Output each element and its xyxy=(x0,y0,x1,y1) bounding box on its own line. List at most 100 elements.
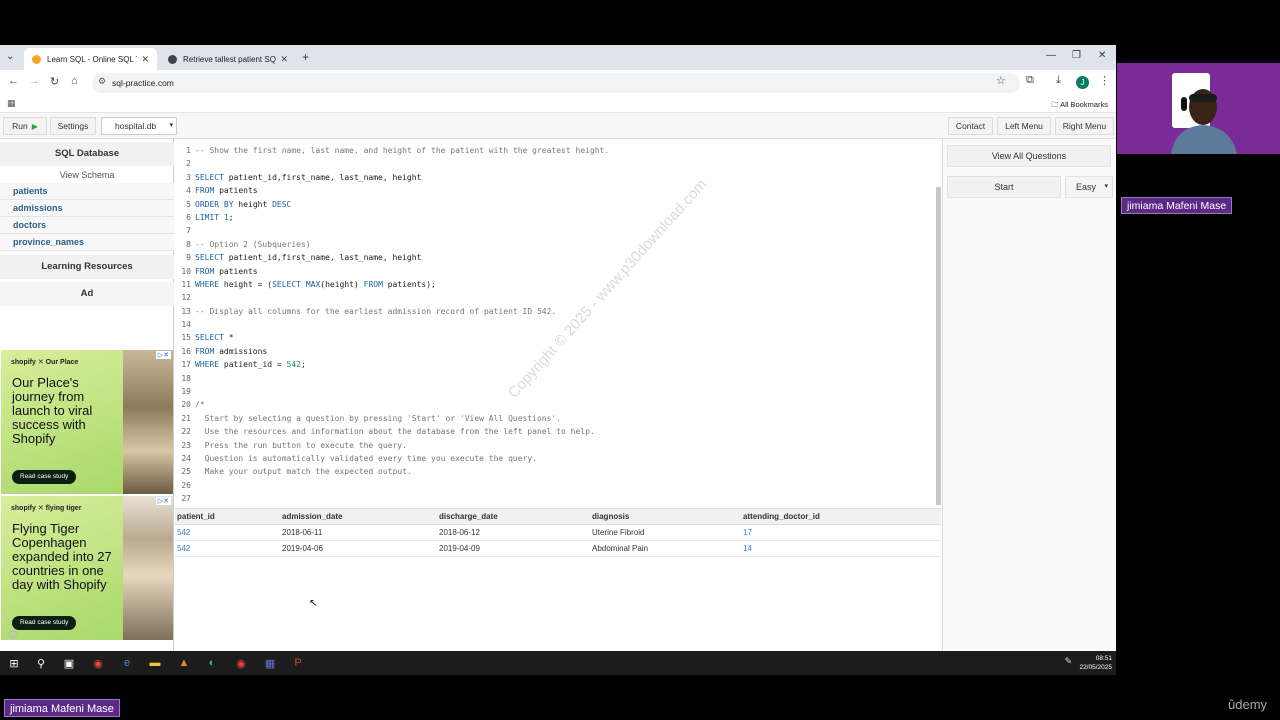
close-tab-icon[interactable]: ✕ xyxy=(280,54,288,65)
table-cell[interactable]: 17 xyxy=(743,525,752,541)
minimize-icon[interactable]: — xyxy=(1046,50,1056,61)
bookmark-star-icon[interactable]: ☆ xyxy=(996,74,1006,87)
code-line[interactable]: Use the resources and information about … xyxy=(195,425,935,438)
code-line[interactable]: LIMIT 1; xyxy=(195,211,935,224)
right-menu-button[interactable]: Right Menu xyxy=(1055,117,1114,135)
ad-choices-icon[interactable]: ▷✕ xyxy=(155,351,171,359)
vlc-icon[interactable]: ▲ xyxy=(176,655,192,671)
line-number: 5 xyxy=(186,199,191,209)
code-line[interactable] xyxy=(195,372,935,385)
code-line[interactable]: FROM patients xyxy=(195,184,935,197)
network-icon[interactable]: ✎ xyxy=(1064,656,1072,667)
close-tab-icon[interactable]: ✕ xyxy=(141,54,149,65)
line-number: 8 xyxy=(186,239,191,249)
url-input[interactable]: ⚙ sql-practice.com xyxy=(92,73,1020,93)
profile-avatar[interactable]: J xyxy=(1076,76,1089,89)
table-patients[interactable]: patients xyxy=(0,183,174,200)
left-menu-button[interactable]: Left Menu xyxy=(997,117,1051,135)
play-icon: ▶ xyxy=(31,121,38,131)
windows-start-icon[interactable]: ⊞ xyxy=(6,655,22,671)
view-all-questions-button[interactable]: View All Questions xyxy=(947,145,1111,167)
all-bookmarks[interactable]: 🗀 All Bookmarks xyxy=(1051,99,1108,112)
code-line[interactable]: /* xyxy=(195,398,935,411)
code-line[interactable] xyxy=(195,479,935,492)
editor-scrollbar[interactable] xyxy=(936,187,941,505)
close-window-icon[interactable]: ✕ xyxy=(1098,50,1106,61)
more-menu-icon[interactable]: ⋮ xyxy=(1099,74,1110,87)
system-clock[interactable]: 08:51 22/05/2025 xyxy=(1079,654,1112,672)
apps-grid-icon[interactable]: ▦ xyxy=(7,98,16,109)
code-line[interactable]: FROM patients xyxy=(195,265,935,278)
mouse-cursor-icon: ↖ xyxy=(309,598,318,609)
search-icon[interactable]: ⚲ xyxy=(33,655,49,671)
view-schema-link[interactable]: View Schema xyxy=(0,167,174,183)
download-icon[interactable]: ⤓ xyxy=(1056,74,1061,87)
code-line[interactable] xyxy=(195,157,935,170)
line-number: 16 xyxy=(181,346,191,356)
code-line[interactable] xyxy=(195,492,935,505)
back-icon[interactable]: ← xyxy=(8,75,19,87)
windows-taskbar: ⊞ ⚲ ▣ ◉ e ▬ ▲ ◐ ◉ ▦ P ✎ 08:51 22/05/2025 xyxy=(0,651,1116,675)
ad-our-place[interactable]: shopify ✕ Our Place Our Place's journey … xyxy=(1,350,173,494)
edge-dev-icon[interactable]: ◐ xyxy=(204,655,220,671)
chrome-active-icon[interactable]: ◉ xyxy=(233,655,249,671)
settings-button[interactable]: Settings xyxy=(50,117,96,135)
code-line[interactable]: Question is automatically validated ever… xyxy=(195,452,935,465)
code-line[interactable] xyxy=(195,385,935,398)
tab-search-icon[interactable]: ⌄ xyxy=(6,51,14,62)
task-view-icon[interactable]: ▣ xyxy=(61,655,77,671)
code-line[interactable]: WHERE height = (SELECT MAX(height) FROM … xyxy=(195,278,935,291)
tab-learn-sql[interactable]: Learn SQL - Online SQL Terminal ✕ xyxy=(24,48,157,70)
read-case-study-button[interactable]: Read case study xyxy=(12,616,77,630)
reload-icon[interactable]: ↻ xyxy=(50,75,59,88)
code-line[interactable]: -- Show the first name, last name, and h… xyxy=(195,144,935,157)
code-line[interactable] xyxy=(195,291,935,304)
learning-resources-title[interactable]: Learning Resources xyxy=(0,255,174,279)
table-cell[interactable]: 542 xyxy=(177,525,190,541)
code-line[interactable]: -- Display all columns for the earliest … xyxy=(195,305,935,318)
extensions-icon[interactable]: ⧉ xyxy=(1026,74,1034,87)
site-info-icon[interactable]: ⚙ xyxy=(98,76,106,87)
restore-icon[interactable]: ❐ xyxy=(1072,50,1081,61)
run-button[interactable]: Run ▶ xyxy=(3,117,47,135)
code-line[interactable]: SELECT patient_id,first_name, last_name,… xyxy=(195,251,935,264)
powerpoint-icon[interactable]: P xyxy=(290,655,306,671)
address-bar: ← → ↻ ⌂ ⚙ sql-practice.com ☆ ⧉ ⤓ J ⋮ xyxy=(0,70,1116,95)
table-cell: 2019-04-09 xyxy=(439,544,480,553)
code-line[interactable]: Start by selecting a question by pressin… xyxy=(195,412,935,425)
line-number: 3 xyxy=(186,172,191,182)
table-cell[interactable]: 14 xyxy=(743,541,752,557)
code-line[interactable]: WHERE patient_id = 542; xyxy=(195,358,935,371)
code-line[interactable] xyxy=(195,224,935,237)
table-cell[interactable]: 542 xyxy=(177,541,190,557)
code-line[interactable]: Press the run button to execute the quer… xyxy=(195,439,935,452)
gear-icon[interactable]: ⚙ xyxy=(7,627,19,643)
read-case-study-button[interactable]: Read case study xyxy=(12,470,77,484)
line-number: 25 xyxy=(181,467,191,477)
home-icon[interactable]: ⌂ xyxy=(71,75,78,87)
chrome-icon[interactable]: ◉ xyxy=(90,655,106,671)
table-doctors[interactable]: doctors xyxy=(0,217,174,234)
teams-icon[interactable]: ▦ xyxy=(262,655,278,671)
table-province-names[interactable]: province_names xyxy=(0,234,174,251)
start-button[interactable]: Start xyxy=(947,176,1061,198)
edge-icon[interactable]: e xyxy=(119,655,135,671)
code-line[interactable]: SELECT patient_id,first_name, last_name,… xyxy=(195,171,935,184)
udemy-logo: ûdemy xyxy=(1228,697,1268,712)
tab-title: Learn SQL - Online SQL Terminal xyxy=(47,54,137,64)
forward-icon[interactable]: → xyxy=(29,75,40,87)
line-number: 2 xyxy=(186,159,191,169)
ad-flying-tiger[interactable]: shopify ✕ flying tiger Flying Tiger Cope… xyxy=(1,496,173,640)
table-admissions[interactable]: admissions xyxy=(0,200,174,217)
ad-choices-icon[interactable]: ▷✕ xyxy=(155,497,171,505)
difficulty-select[interactable]: Easy ▾ xyxy=(1065,176,1113,198)
code-line[interactable]: ORDER BY height DESC xyxy=(195,198,935,211)
database-select[interactable]: hospital.db ▾ xyxy=(101,117,177,135)
new-tab-icon[interactable]: + xyxy=(302,50,309,64)
code-line[interactable]: Make your output match the expected outp… xyxy=(195,465,935,478)
file-explorer-icon[interactable]: ▬ xyxy=(147,655,163,671)
contact-button[interactable]: Contact xyxy=(948,117,993,135)
line-number: 4 xyxy=(186,186,191,196)
code-line[interactable]: -- Option 2 (Subqueries) xyxy=(195,238,935,251)
tab-retrieve-tallest[interactable]: Retrieve tallest patient SQL ✕ xyxy=(160,48,296,70)
